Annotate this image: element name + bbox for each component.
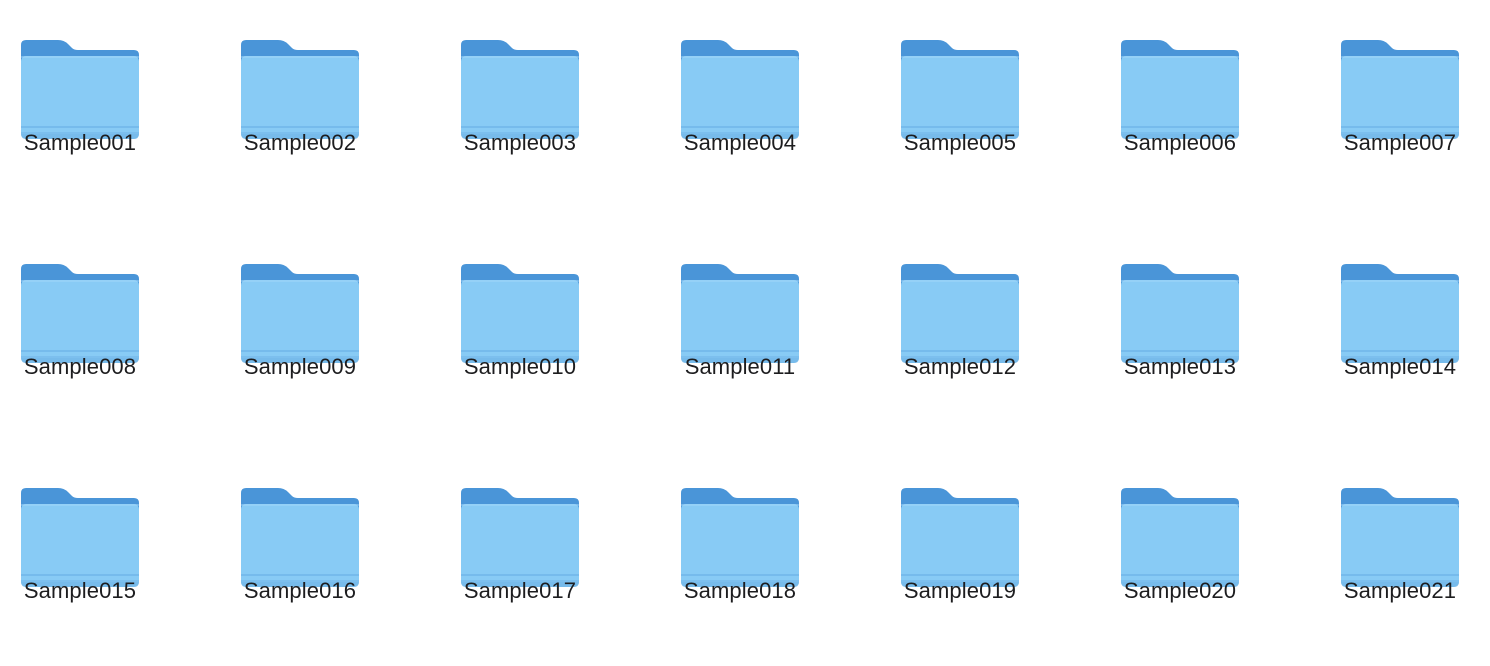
folder-name-label: Sample006 bbox=[1123, 130, 1237, 155]
folder-name-label: Sample011 bbox=[684, 354, 796, 379]
folder-item[interactable]: Sample013 bbox=[1100, 224, 1320, 424]
folder-name-label: Sample001 bbox=[23, 130, 137, 155]
folder-icon bbox=[1120, 486, 1240, 590]
folder-item[interactable]: Sample003 bbox=[440, 0, 660, 200]
folder-item[interactable]: Sample010 bbox=[440, 224, 660, 424]
folder-icon bbox=[460, 486, 580, 590]
folder-icon bbox=[1340, 38, 1460, 142]
folder-name-label: Sample013 bbox=[1123, 354, 1237, 379]
folder-name-label: Sample012 bbox=[903, 354, 1017, 379]
folder-icon bbox=[1340, 486, 1460, 590]
folder-item[interactable]: Sample006 bbox=[1100, 0, 1320, 200]
folder-name-label: Sample020 bbox=[1123, 578, 1237, 603]
folder-name-label: Sample007 bbox=[1343, 130, 1457, 155]
folder-item[interactable]: Sample004 bbox=[660, 0, 880, 200]
folder-icon bbox=[900, 486, 1020, 590]
folder-name-label: Sample008 bbox=[23, 354, 137, 379]
folder-name-label: Sample002 bbox=[243, 130, 357, 155]
folder-name-label: Sample005 bbox=[903, 130, 1017, 155]
folder-icon bbox=[1120, 38, 1240, 142]
folder-item[interactable]: Sample011 bbox=[660, 224, 880, 424]
folder-name-label: Sample018 bbox=[683, 578, 797, 603]
folder-name-label: Sample016 bbox=[243, 578, 357, 603]
folder-icon bbox=[1120, 262, 1240, 366]
folder-item[interactable]: Sample009 bbox=[220, 224, 440, 424]
folder-item[interactable]: Sample018 bbox=[660, 448, 880, 648]
folder-icon bbox=[460, 38, 580, 142]
folder-item[interactable]: Sample005 bbox=[880, 0, 1100, 200]
folder-name-label: Sample010 bbox=[463, 354, 577, 379]
folder-icon bbox=[240, 38, 360, 142]
folder-name-label: Sample003 bbox=[463, 130, 577, 155]
folder-item[interactable]: Sample002 bbox=[220, 0, 440, 200]
folder-item[interactable]: Sample015 bbox=[0, 448, 220, 648]
folder-icon bbox=[1340, 262, 1460, 366]
folder-name-label: Sample021 bbox=[1343, 578, 1457, 603]
folder-item[interactable]: Sample014 bbox=[1320, 224, 1490, 424]
folder-item[interactable]: Sample007 bbox=[1320, 0, 1490, 200]
folder-icon bbox=[900, 38, 1020, 142]
folder-icon bbox=[20, 262, 140, 366]
folder-icon bbox=[240, 486, 360, 590]
folder-name-label: Sample017 bbox=[463, 578, 577, 603]
folder-icon bbox=[240, 262, 360, 366]
folder-icon bbox=[460, 262, 580, 366]
folder-item[interactable]: Sample016 bbox=[220, 448, 440, 648]
folder-item[interactable]: Sample017 bbox=[440, 448, 660, 648]
folder-icon bbox=[20, 486, 140, 590]
folder-icon bbox=[680, 262, 800, 366]
folder-icon bbox=[900, 262, 1020, 366]
folder-icon bbox=[680, 38, 800, 142]
folder-name-label: Sample004 bbox=[683, 130, 797, 155]
folder-item[interactable]: Sample001 bbox=[0, 0, 220, 200]
folder-item[interactable]: Sample012 bbox=[880, 224, 1100, 424]
folder-name-label: Sample015 bbox=[23, 578, 137, 603]
folder-item[interactable]: Sample008 bbox=[0, 224, 220, 424]
folder-grid: Sample001 Sample002 Sample003 Sample004 Samp… bbox=[0, 0, 1490, 666]
folder-item[interactable]: Sample020 bbox=[1100, 448, 1320, 648]
folder-name-label: Sample019 bbox=[903, 578, 1017, 603]
folder-item[interactable]: Sample021 bbox=[1320, 448, 1490, 648]
folder-name-label: Sample014 bbox=[1343, 354, 1457, 379]
folder-item[interactable]: Sample019 bbox=[880, 448, 1100, 648]
folder-name-label: Sample009 bbox=[243, 354, 357, 379]
folder-icon bbox=[20, 38, 140, 142]
folder-icon bbox=[680, 486, 800, 590]
